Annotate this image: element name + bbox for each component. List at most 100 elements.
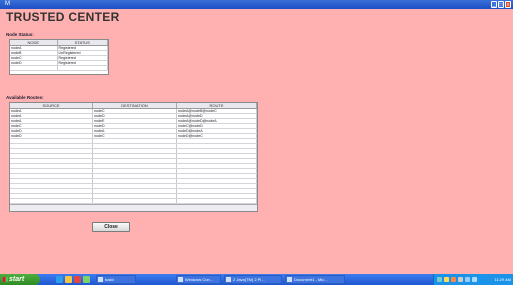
network-icon[interactable]	[437, 277, 442, 282]
source-cell: nodeA	[10, 119, 93, 123]
start-button[interactable]: start	[0, 274, 40, 285]
route-cell	[177, 149, 257, 153]
maximize-button[interactable]: □	[498, 1, 504, 8]
source-cell	[10, 159, 93, 163]
node-cell	[10, 66, 58, 70]
destination-cell	[93, 164, 177, 168]
source-cell	[10, 144, 93, 148]
route-cell	[177, 169, 257, 173]
source-cell	[10, 179, 93, 183]
destination-cell	[93, 149, 177, 153]
update-icon[interactable]	[451, 277, 456, 282]
system-tray: 11:29 AM	[433, 274, 513, 285]
taskbar-button[interactable]: tustd	[96, 275, 136, 284]
route-cell	[177, 139, 257, 143]
route-cell: nodeD@nodeA	[177, 129, 257, 133]
route-cell	[177, 174, 257, 178]
status-cell: UnRegistered	[58, 51, 108, 55]
status-cell: Registered	[58, 46, 108, 50]
source-cell: nodeA	[10, 109, 93, 113]
taskbar-button-label: Windows Con...	[185, 277, 214, 282]
source-cell	[10, 189, 93, 193]
taskbar-button-label: 2 Java(TM) 2 Pl...	[233, 277, 265, 282]
column-header-destination: DESTINATION	[93, 103, 177, 108]
taskbar-button-label: tustd	[105, 277, 114, 282]
ie-icon[interactable]	[56, 276, 63, 283]
status-cell: Registered	[58, 61, 108, 65]
route-cell: nodeA@nodeB@nodeC	[177, 109, 257, 113]
window-icon	[98, 277, 103, 282]
table-horizontal-scrollbar[interactable]	[10, 204, 257, 211]
source-cell	[10, 184, 93, 188]
destination-cell	[93, 179, 177, 183]
route-cell	[177, 199, 257, 203]
desktop-icon[interactable]	[83, 276, 90, 283]
route-cell	[177, 164, 257, 168]
node-cell: nodeB	[10, 51, 58, 55]
volume-icon[interactable]	[458, 277, 463, 282]
source-cell: nodeD	[10, 134, 93, 138]
security-icon[interactable]	[444, 277, 449, 282]
close-window-button[interactable]: x	[505, 1, 511, 8]
source-cell	[10, 139, 93, 143]
route-cell	[177, 179, 257, 183]
destination-cell	[93, 159, 177, 163]
destination-cell	[93, 144, 177, 148]
column-header-node: NODE	[10, 40, 58, 45]
taskbar: start tustd Windows Con... 2 Java(TM) 2 Pl…	[0, 274, 513, 285]
taskbar-button-label: Document1 - Mic...	[294, 277, 328, 282]
destination-cell	[93, 189, 177, 193]
destination-cell: nodeC	[93, 134, 177, 138]
minimize-button[interactable]: _	[491, 1, 497, 8]
taskbar-button[interactable]: 2 Java(TM) 2 Pl...	[224, 275, 282, 284]
node-status-label: Node Status:	[6, 32, 34, 37]
window-icon	[226, 277, 231, 282]
destination-cell: nodeD	[93, 124, 177, 128]
destination-cell	[93, 184, 177, 188]
page-title: TRUSTED CENTER	[6, 10, 120, 24]
route-cell	[177, 189, 257, 193]
display-icon[interactable]	[472, 277, 477, 282]
taskbar-button[interactable]: Windows Con...	[176, 275, 221, 284]
destination-cell	[93, 154, 177, 158]
source-cell: nodeD	[10, 129, 93, 133]
folder-icon[interactable]	[65, 276, 72, 283]
route-cell: nodeD@nodeC	[177, 134, 257, 138]
source-cell	[10, 174, 93, 178]
status-cell	[58, 66, 108, 70]
available-routes-table: SOURCE DESTINATION ROUTE nodeA nodeC nodeA…	[9, 102, 258, 212]
source-cell	[10, 199, 93, 203]
destination-cell: nodeE	[93, 119, 177, 123]
available-routes-label: Available Routes:	[6, 95, 44, 100]
window-title: M	[5, 1, 10, 7]
source-cell: nodeC	[10, 124, 93, 128]
table-row[interactable]	[10, 66, 108, 71]
route-cell: nodeA@nodeD@nodeA	[177, 119, 257, 123]
source-cell	[10, 169, 93, 173]
destination-cell: nodeD	[93, 114, 177, 118]
source-cell: nodeA	[10, 114, 93, 118]
window-icon	[178, 277, 183, 282]
taskbar-button[interactable]: Document1 - Mic...	[285, 275, 345, 284]
node-status-table: NODE STATUS nodeA Registered nodeB UnRegist…	[9, 39, 109, 75]
route-cell	[177, 194, 257, 198]
node-cell: nodeD	[10, 61, 58, 65]
destination-cell	[93, 194, 177, 198]
destination-cell	[93, 174, 177, 178]
route-cell	[177, 184, 257, 188]
source-cell	[10, 154, 93, 158]
messenger-icon[interactable]	[465, 277, 470, 282]
media-icon[interactable]	[74, 276, 81, 283]
destination-cell	[93, 169, 177, 173]
status-cell: Registered	[58, 56, 108, 60]
close-button[interactable]: Close	[92, 222, 130, 232]
source-cell	[10, 149, 93, 153]
window-titlebar[interactable]: M _ □ x	[0, 0, 513, 9]
route-cell: nodeC@nodeD	[177, 124, 257, 128]
start-label: start	[9, 276, 25, 283]
column-header-status: STATUS	[58, 40, 108, 45]
destination-cell: nodeC	[93, 109, 177, 113]
destination-cell	[93, 199, 177, 203]
column-header-route: ROUTE	[177, 103, 257, 108]
window-icon	[287, 277, 292, 282]
